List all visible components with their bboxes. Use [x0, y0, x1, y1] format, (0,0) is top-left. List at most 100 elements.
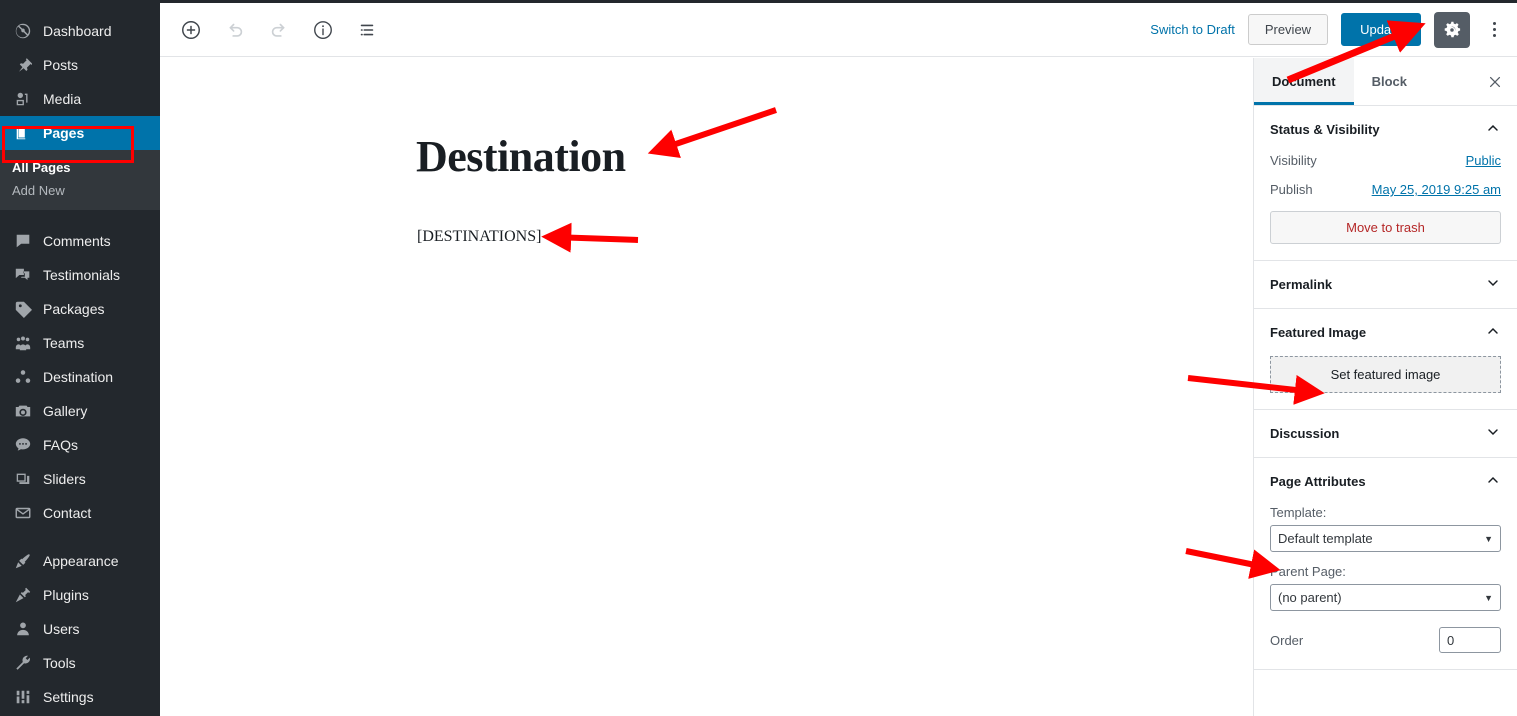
sidebar-item-posts[interactable]: Posts: [0, 48, 160, 82]
publish-date-value[interactable]: May 25, 2019 9:25 am: [1372, 182, 1501, 197]
panel-header-permalink[interactable]: Permalink: [1254, 261, 1517, 308]
admin-sidebar: Dashboard Posts Media Pages All Pages Ad…: [0, 0, 160, 716]
wordpress-block-editor-screen: Dashboard Posts Media Pages All Pages Ad…: [0, 0, 1517, 716]
visibility-label: Visibility: [1270, 153, 1317, 168]
chevron-down-icon: [1485, 275, 1501, 294]
sidebar-item-label: Gallery: [43, 403, 88, 419]
sidebar-item-dashboard[interactable]: Dashboard: [0, 14, 160, 48]
plugin-icon: [12, 585, 34, 605]
plus-circle-icon[interactable]: [176, 15, 206, 45]
sidebar-item-label: Packages: [43, 301, 105, 317]
panel-body-status-visibility: Visibility Public Publish May 25, 2019 9…: [1254, 153, 1517, 260]
submenu-item-add-new[interactable]: Add New: [0, 179, 160, 202]
sidebar-item-label: FAQs: [43, 437, 79, 453]
sidebar-item-label: Sliders: [43, 471, 86, 487]
sidebar-item-contact[interactable]: Contact: [0, 496, 160, 530]
panel-title: Discussion: [1270, 426, 1340, 441]
sidebar-item-comments[interactable]: Comments: [0, 224, 160, 258]
sidebar-item-label: Contact: [43, 505, 92, 521]
order-input[interactable]: [1439, 627, 1501, 653]
sidebar-item-sliders[interactable]: Sliders: [0, 462, 160, 496]
sidebar-item-media[interactable]: Media: [0, 82, 160, 116]
sidebar-item-teams[interactable]: Teams: [0, 326, 160, 360]
toolbar-left-group: [160, 15, 382, 45]
pages-submenu: All Pages Add New: [0, 150, 160, 210]
pin-icon: [12, 55, 34, 75]
chevron-up-icon: [1485, 472, 1501, 491]
update-button[interactable]: Update: [1341, 13, 1421, 46]
list-view-icon[interactable]: [352, 15, 382, 45]
sidebar-item-packages[interactable]: Packages: [0, 292, 160, 326]
settings-sidebar: Document Block Status & Visibility Visib…: [1253, 58, 1517, 716]
panel-status-visibility: Status & Visibility Visibility Public Pu…: [1254, 106, 1517, 261]
brush-icon: [12, 551, 34, 571]
sliders-icon: [12, 469, 34, 489]
preview-button[interactable]: Preview: [1247, 14, 1329, 45]
sidebar-item-testimonials[interactable]: Testimonials: [0, 258, 160, 292]
pages-icon: [12, 123, 34, 143]
set-featured-image-button[interactable]: Set featured image: [1270, 356, 1501, 393]
menu-divider: [0, 210, 160, 224]
sidebar-item-settings[interactable]: Settings: [0, 680, 160, 714]
sidebar-item-appearance[interactable]: Appearance: [0, 544, 160, 578]
sidebar-item-faqs[interactable]: FAQs: [0, 428, 160, 462]
testimonials-icon: [12, 265, 34, 285]
panel-body-featured-image: Set featured image: [1254, 356, 1517, 409]
chevron-up-icon: [1485, 120, 1501, 139]
panel-title: Permalink: [1270, 277, 1333, 292]
visibility-row: Visibility Public: [1270, 153, 1501, 168]
order-label: Order: [1270, 632, 1304, 648]
panel-title: Status & Visibility: [1270, 122, 1380, 137]
sidebar-item-label: Testimonials: [43, 267, 121, 283]
panel-header-featured-image[interactable]: Featured Image: [1254, 309, 1517, 356]
dashboard-icon: [12, 21, 34, 41]
sidebar-item-destination[interactable]: Destination: [0, 360, 160, 394]
post-title[interactable]: Destination: [416, 131, 626, 182]
panel-featured-image: Featured Image Set featured image: [1254, 309, 1517, 410]
sidebar-item-pages[interactable]: Pages: [0, 116, 160, 150]
submenu-item-all-pages[interactable]: All Pages: [0, 156, 160, 179]
sidebar-item-plugins[interactable]: Plugins: [0, 578, 160, 612]
panel-permalink: Permalink: [1254, 261, 1517, 309]
template-select[interactable]: Default template ▼: [1270, 525, 1501, 552]
gear-icon[interactable]: [1434, 11, 1470, 48]
tab-block[interactable]: Block: [1354, 58, 1425, 105]
sidebar-item-label: Pages: [43, 125, 85, 141]
redo-icon[interactable]: [264, 15, 294, 45]
sidebar-item-label: Media: [43, 91, 82, 107]
faq-icon: [12, 435, 34, 455]
order-row: Order: [1270, 627, 1501, 653]
chevron-up-icon: [1485, 323, 1501, 342]
sidebar-item-gallery[interactable]: Gallery: [0, 394, 160, 428]
visibility-value[interactable]: Public: [1466, 153, 1501, 168]
panel-title: Featured Image: [1270, 325, 1367, 340]
panel-body-page-attributes: Template: Default template ▼ Parent Page…: [1254, 505, 1517, 669]
sidebar-item-users[interactable]: Users: [0, 612, 160, 646]
sidebar-item-label: Tools: [43, 655, 76, 671]
sidebar-item-label: Settings: [43, 689, 94, 705]
sidebar-item-label: Appearance: [43, 553, 119, 569]
info-circle-icon[interactable]: [308, 15, 338, 45]
panel-header-status-visibility[interactable]: Status & Visibility: [1254, 106, 1517, 153]
sidebar-item-label: Destination: [43, 369, 114, 385]
tab-document[interactable]: Document: [1254, 58, 1354, 105]
post-content-paragraph[interactable]: [DESTINATIONS]: [417, 228, 541, 246]
sidebar-item-tools[interactable]: Tools: [0, 646, 160, 680]
editor-top-toolbar: Switch to Draft Preview Update: [160, 3, 1517, 57]
panel-header-page-attributes[interactable]: Page Attributes: [1254, 458, 1517, 505]
parent-page-select[interactable]: (no parent) ▼: [1270, 584, 1501, 611]
chevron-down-icon: ▼: [1484, 533, 1493, 544]
panel-header-discussion[interactable]: Discussion: [1254, 410, 1517, 457]
kebab-menu-icon[interactable]: [1483, 13, 1505, 47]
envelope-icon: [12, 503, 34, 523]
sidebar-item-label: Posts: [43, 57, 79, 73]
comment-icon: [12, 231, 34, 251]
publish-label: Publish: [1270, 182, 1313, 197]
close-icon[interactable]: [1473, 58, 1517, 105]
switch-to-draft-link[interactable]: Switch to Draft: [1150, 22, 1235, 37]
editor-content-area[interactable]: Destination [DESTINATIONS]: [160, 58, 1253, 716]
teams-icon: [12, 333, 34, 353]
move-to-trash-button[interactable]: Move to trash: [1270, 211, 1501, 244]
media-icon: [12, 89, 34, 109]
undo-icon[interactable]: [220, 15, 250, 45]
